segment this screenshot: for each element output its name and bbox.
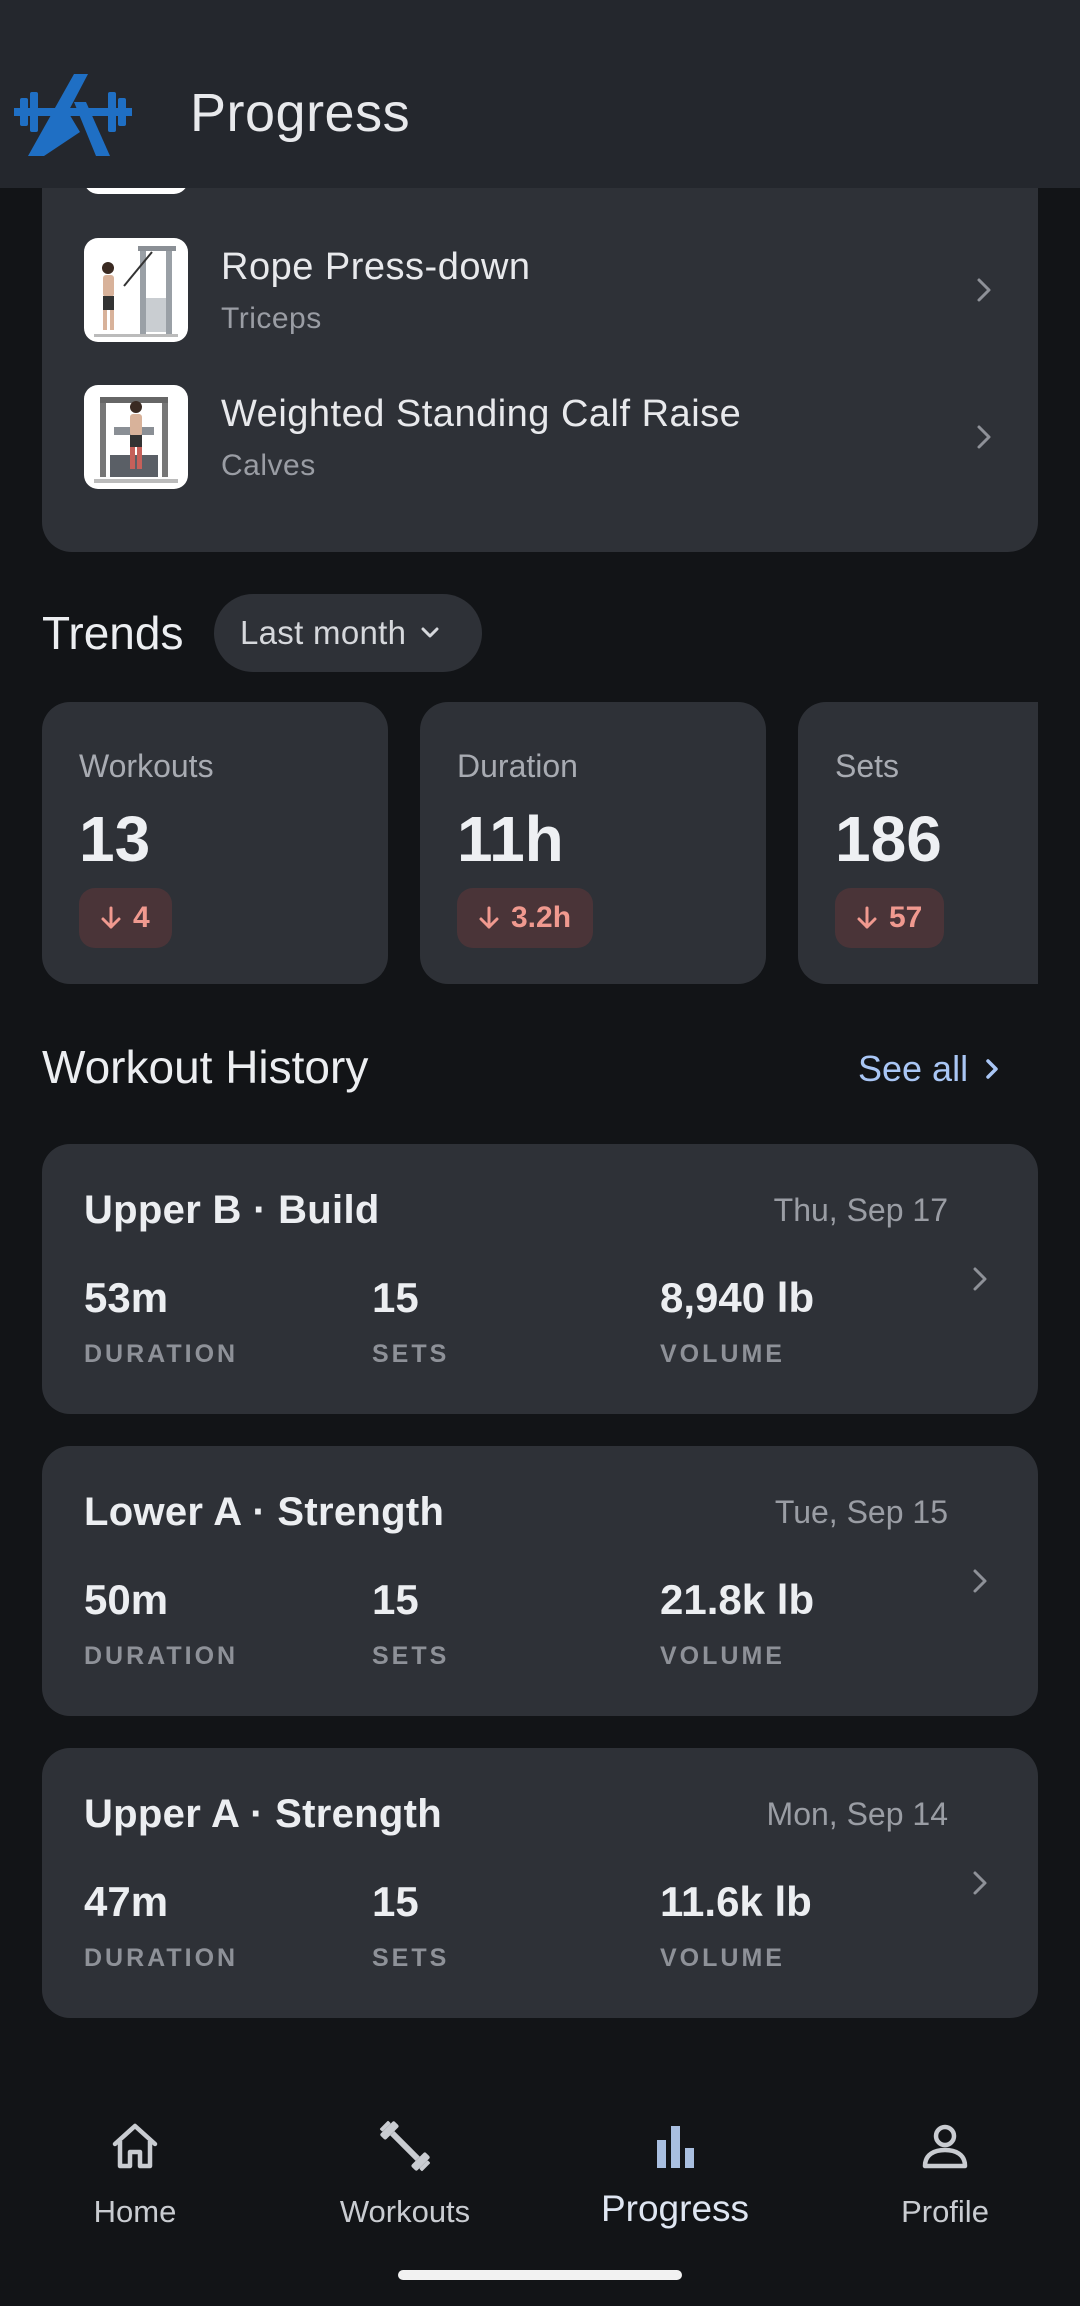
metric-sets: 15 SETS: [372, 1878, 449, 1973]
app-logo-icon: [14, 74, 132, 156]
chevron-right-icon: [977, 278, 991, 302]
nav-item-workouts[interactable]: Workouts: [270, 2116, 540, 2230]
stat-delta-value: 3.2h: [511, 901, 572, 934]
stat-delta-badge: 57: [835, 888, 945, 948]
arrow-down-icon: [857, 906, 877, 929]
workout-date: Tue, Sep 15: [774, 1494, 948, 1530]
chevron-right-icon: [973, 1267, 987, 1291]
exercise-thumbnail: [84, 238, 188, 342]
metric-value: 47m: [84, 1878, 169, 1925]
dumbbell-icon: [379, 2120, 431, 2172]
exercise-name: Rope Press-down: [221, 246, 531, 288]
stat-delta-value: 57: [889, 901, 923, 934]
person-icon: [922, 2124, 968, 2169]
home-icon: [112, 2123, 158, 2169]
metric-caption: SETS: [372, 1944, 450, 1972]
arrow-down-icon: [479, 906, 499, 929]
stat-delta-value: 4: [133, 901, 150, 934]
workout-name: Upper A · Strength: [84, 1792, 442, 1836]
metric-duration: 53m DURATION: [84, 1274, 238, 1369]
metric-value: 11.6k lb: [660, 1878, 812, 1925]
nav-item-home[interactable]: Home: [0, 2116, 270, 2230]
metric-value: 15: [372, 1878, 419, 1925]
nav-label: Progress: [600, 2188, 750, 2229]
arrow-down-icon: [101, 906, 121, 929]
nav-label: Home: [93, 2194, 177, 2229]
trends-title: Trends: [42, 607, 184, 659]
date-range-label: Last month: [240, 614, 407, 651]
metric-volume: 11.6k lb VOLUME: [660, 1878, 812, 1973]
stat-label: Workouts: [79, 748, 214, 784]
metric-value: 15: [372, 1274, 419, 1321]
see-all-link[interactable]: See all: [858, 1048, 1004, 1090]
metric-caption: SETS: [372, 1642, 450, 1670]
metric-caption: VOLUME: [660, 1642, 785, 1670]
workout-history-title: Workout History: [42, 1041, 369, 1093]
nav-item-progress[interactable]: Progress: [540, 2116, 810, 2230]
chevron-right-icon: [986, 1059, 998, 1079]
metric-duration: 50m DURATION: [84, 1576, 238, 1671]
metric-value: 21.8k lb: [660, 1576, 815, 1623]
metric-caption: VOLUME: [660, 1944, 785, 1972]
metric-sets: 15 SETS: [372, 1576, 449, 1671]
metric-volume: 8,940 lb VOLUME: [660, 1274, 814, 1369]
stat-card-duration[interactable]: Duration 11h 3.2h: [420, 702, 766, 984]
metric-caption: DURATION: [84, 1642, 239, 1670]
metric-sets: 15 SETS: [372, 1274, 449, 1369]
exercise-thumbnail: [84, 385, 188, 489]
exercise-name: Weighted Standing Calf Raise: [221, 393, 742, 435]
metric-caption: SETS: [372, 1340, 450, 1368]
home-indicator[interactable]: [398, 2270, 682, 2280]
stat-value: 13: [79, 803, 151, 875]
metric-value: 50m: [84, 1576, 169, 1623]
metric-value: 8,940 lb: [660, 1274, 815, 1321]
workout-name: Upper B · Build: [84, 1188, 380, 1232]
workout-history-card[interactable]: Lower A · Strength Tue, Sep 15 50m DURAT…: [42, 1446, 1038, 1716]
workout-date: Mon, Sep 14: [766, 1796, 948, 1832]
exercise-muscle: Calves: [221, 449, 316, 482]
chevron-down-icon: [421, 627, 439, 638]
metric-caption: DURATION: [84, 1944, 239, 1972]
metric-value: 53m: [84, 1274, 169, 1321]
stat-card-sets[interactable]: Sets 186 57: [798, 702, 1038, 984]
workout-history-card[interactable]: Upper A · Strength Mon, Sep 14 47m DURAT…: [42, 1748, 1038, 2018]
nav-label: Profile: [901, 2194, 989, 2229]
chevron-right-icon: [973, 1569, 987, 1593]
metric-caption: VOLUME: [660, 1340, 785, 1368]
nav-item-profile[interactable]: Profile: [810, 2116, 1080, 2230]
stat-label: Duration: [457, 748, 578, 784]
see-all-label: See all: [858, 1048, 969, 1089]
exercise-list-card: [42, 150, 1038, 552]
exercise-row[interactable]: Rope Press-down Triceps: [84, 238, 1004, 342]
stat-label: Sets: [835, 748, 900, 784]
chevron-right-icon: [977, 425, 991, 449]
chevron-right-icon: [973, 1871, 987, 1895]
stat-delta-badge: 4: [79, 888, 172, 948]
exercise-row[interactable]: Weighted Standing Calf Raise Calves: [84, 385, 1004, 489]
workout-history-card[interactable]: Upper B · Build Thu, Sep 17 53m DURATION…: [42, 1144, 1038, 1414]
nav-label: Workouts: [339, 2194, 471, 2229]
date-range-dropdown[interactable]: Last month: [214, 594, 482, 672]
metric-caption: DURATION: [84, 1340, 239, 1368]
stat-delta-badge: 3.2h: [457, 888, 594, 948]
metric-volume: 21.8k lb VOLUME: [660, 1576, 814, 1671]
workout-date: Thu, Sep 17: [773, 1192, 948, 1228]
exercise-muscle: Triceps: [221, 302, 322, 335]
app-bar: Progress: [0, 0, 1080, 188]
stat-value: 186: [835, 803, 942, 875]
stat-card-workouts[interactable]: Workouts 13 4: [42, 702, 388, 984]
bar-chart-icon: [657, 2126, 694, 2168]
workout-name: Lower A · Strength: [84, 1490, 445, 1534]
metric-value: 15: [372, 1576, 419, 1623]
metric-duration: 47m DURATION: [84, 1878, 238, 1973]
stat-value: 11h: [457, 803, 564, 875]
page-title: Progress: [190, 83, 411, 143]
